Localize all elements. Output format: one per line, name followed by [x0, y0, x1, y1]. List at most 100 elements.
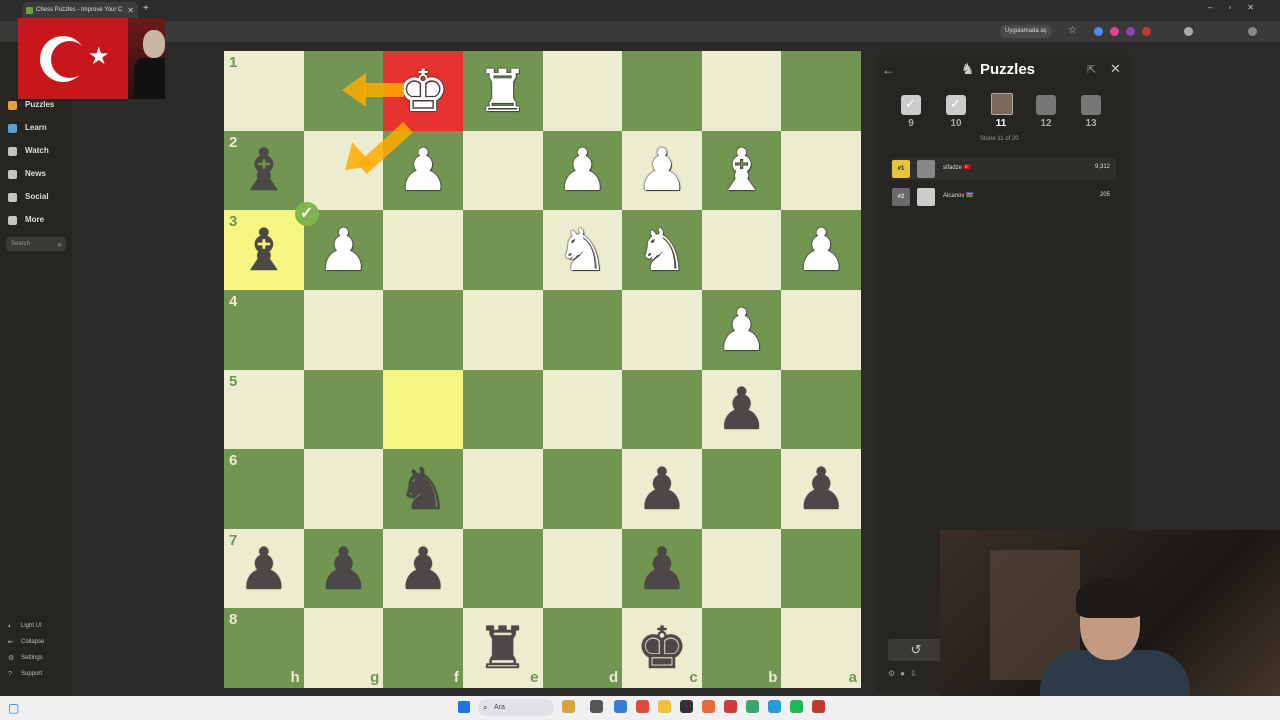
board-square[interactable]: [462, 528, 543, 609]
window-controls[interactable]: –▫✕: [1208, 3, 1270, 12]
taskbar-app-icon[interactable]: [562, 700, 575, 713]
taskbar-app-icon[interactable]: [812, 700, 825, 713]
board-square[interactable]: [701, 449, 782, 529]
board-square[interactable]: 6: [224, 449, 304, 529]
board-square[interactable]: [701, 528, 782, 609]
black-rook[interactable]: ♜: [463, 608, 543, 688]
black-bishop[interactable]: ♝: [224, 210, 304, 290]
board-square[interactable]: [781, 130, 861, 211]
taskbar-app-icon[interactable]: [614, 700, 627, 713]
white-rook[interactable]: ♜: [463, 51, 543, 131]
board-square[interactable]: [701, 51, 782, 131]
step-10-box[interactable]: ✓: [946, 95, 966, 115]
step-11-current[interactable]: [991, 93, 1013, 115]
board-square[interactable]: [622, 369, 702, 450]
board-square[interactable]: b: [701, 608, 782, 688]
nav-item-social[interactable]: Social: [8, 189, 68, 205]
board-square[interactable]: [383, 369, 463, 450]
browser-tab[interactable]: Chess Puzzles - Improve Your C ✕: [22, 2, 138, 19]
black-king[interactable]: ♚: [622, 608, 702, 688]
black-pawn[interactable]: ♟: [224, 529, 304, 609]
board-square[interactable]: [542, 51, 623, 131]
extension-icon[interactable]: [1110, 27, 1119, 36]
board-square[interactable]: 5: [224, 369, 304, 450]
taskbar-app-icon[interactable]: [746, 700, 759, 713]
black-bishop[interactable]: ♝: [224, 131, 304, 211]
board-square[interactable]: [303, 449, 384, 529]
board-square[interactable]: d: [542, 608, 623, 688]
black-pawn[interactable]: ♟: [304, 529, 384, 609]
board-square[interactable]: [781, 51, 861, 131]
extension-icon[interactable]: [1142, 27, 1151, 36]
extension-icon[interactable]: [1094, 27, 1103, 36]
spotify-icon[interactable]: [790, 700, 803, 713]
open-in-app-button[interactable]: Uygulamada aç: [1000, 25, 1052, 38]
nav-item-puzzles[interactable]: Puzzles: [8, 97, 68, 113]
white-pawn[interactable]: ♟: [702, 290, 782, 370]
board-square[interactable]: [781, 289, 861, 370]
board-square[interactable]: [542, 289, 623, 370]
nav-item-learn[interactable]: Learn: [8, 120, 68, 136]
board-square[interactable]: [622, 289, 702, 370]
white-knight[interactable]: ♞: [622, 210, 702, 290]
board-square[interactable]: [303, 369, 384, 450]
board-square[interactable]: 1: [224, 51, 304, 131]
close-icon[interactable]: ✕: [1110, 61, 1121, 77]
board-square[interactable]: [303, 130, 384, 211]
black-pawn[interactable]: ♟: [383, 529, 463, 609]
board-square[interactable]: [542, 528, 623, 609]
close-tab-icon[interactable]: ✕: [127, 2, 134, 19]
white-pawn[interactable]: ♟: [781, 210, 861, 290]
board-square[interactable]: [383, 210, 463, 290]
board-square[interactable]: [462, 369, 543, 450]
panel-toolbar[interactable]: ⚙●⇩: [888, 669, 922, 678]
nav-item-watch[interactable]: Watch: [8, 143, 68, 159]
chess-board[interactable]: 1 2 3 4 5 6 7 8 h g f e d c b a ♚ ♜ ♝ ♟ ♟ ♟ ♝ ♝ ♟ ♞ ♞ ♟ ♟ ♟ ♞ ♟ ♟ ♟ ♟ ♟ ♟ ♜ ♚ ✓: [224, 51, 861, 688]
board-square[interactable]: [542, 369, 623, 450]
black-knight[interactable]: ♞: [383, 449, 463, 529]
nav-item-news[interactable]: News: [8, 166, 68, 182]
board-square[interactable]: f: [383, 608, 463, 688]
back-arrow-icon[interactable]: ←: [882, 63, 894, 77]
board-square[interactable]: 4: [224, 289, 304, 370]
footer-light-ui[interactable]: ◐ Light UI: [8, 621, 42, 632]
start-button[interactable]: [458, 701, 470, 713]
board-square[interactable]: [462, 289, 543, 370]
board-square[interactable]: [622, 51, 702, 131]
board-square[interactable]: a: [781, 608, 861, 688]
black-pawn[interactable]: ♟: [622, 449, 702, 529]
board-square[interactable]: g: [303, 608, 384, 688]
pin-icon[interactable]: ⇱: [1087, 63, 1096, 76]
taskbar-app-icon[interactable]: [702, 700, 715, 713]
board-square[interactable]: [462, 130, 543, 211]
profile-avatar[interactable]: [1248, 27, 1257, 36]
board-square[interactable]: [781, 369, 861, 450]
folder-icon[interactable]: [658, 700, 671, 713]
extension-icon[interactable]: [1184, 27, 1193, 36]
footer-settings[interactable]: ⚙ Settings: [8, 653, 43, 664]
board-square[interactable]: [701, 210, 782, 290]
black-pawn[interactable]: ♟: [702, 370, 782, 450]
black-pawn[interactable]: ♟: [622, 529, 702, 609]
chrome-icon[interactable]: [636, 700, 649, 713]
taskbar-app-icon[interactable]: [724, 700, 737, 713]
taskbar-app-icon[interactable]: [680, 700, 693, 713]
taskbar-search[interactable]: ⌕ Ara: [478, 699, 554, 716]
new-tab-icon[interactable]: +: [143, 3, 149, 14]
footer-collapse[interactable]: ⇤ Collapse: [8, 637, 44, 648]
leaderboard-row[interactable]: #1 sifadze 🇹🇷 9,312: [890, 158, 1116, 180]
step-12-box[interactable]: [1036, 95, 1056, 115]
step-9-box[interactable]: ✓: [901, 95, 921, 115]
board-square[interactable]: [303, 289, 384, 370]
board-square[interactable]: [462, 449, 543, 529]
board-square[interactable]: [383, 289, 463, 370]
board-square[interactable]: 8h: [224, 608, 304, 688]
step-13-box[interactable]: [1081, 95, 1101, 115]
white-pawn[interactable]: ♟: [543, 131, 623, 211]
taskbar-app-icon[interactable]: [590, 700, 603, 713]
retry-icon[interactable]: ↺: [888, 639, 944, 661]
white-pawn[interactable]: ♟: [622, 131, 702, 211]
white-bishop[interactable]: ♝: [702, 131, 782, 211]
nav-item-more[interactable]: More: [8, 212, 68, 228]
board-square[interactable]: [542, 449, 623, 529]
